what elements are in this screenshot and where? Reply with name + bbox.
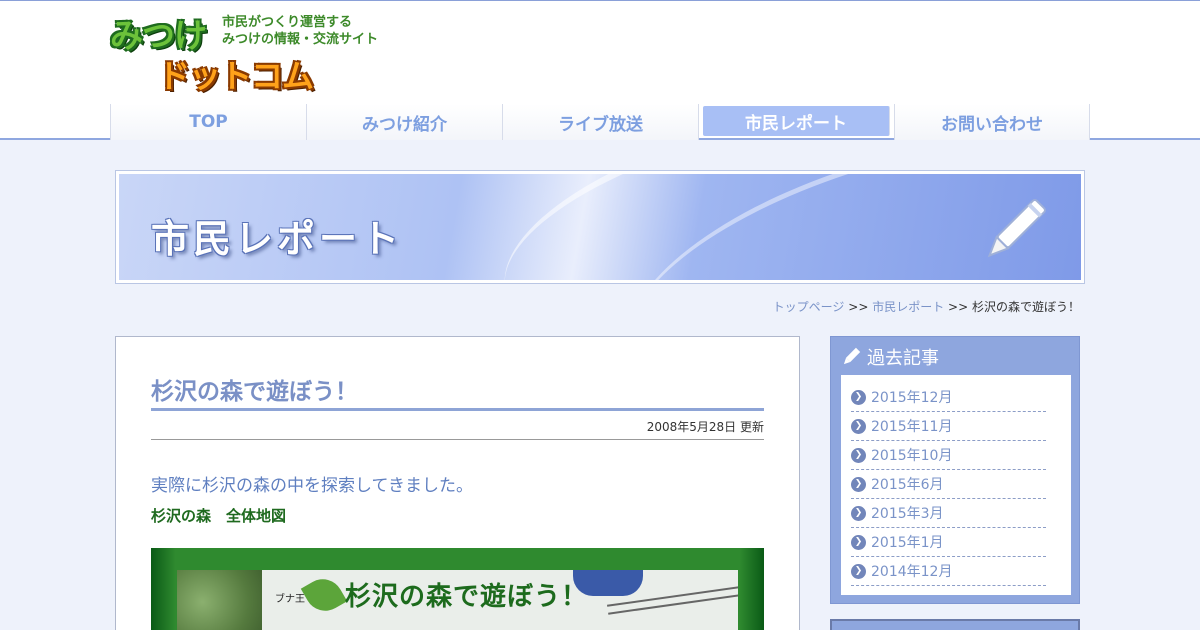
archive-item[interactable]: ❯ 2015年10月 [851, 441, 1046, 470]
section-banner: 市民レポート [115, 170, 1085, 284]
archive-item-label: 2015年1月 [871, 535, 944, 551]
chevron-right-icon: ❯ [851, 476, 866, 492]
chevron-right-icon: ❯ [851, 418, 866, 434]
archive-item-label: 2015年3月 [871, 506, 944, 522]
archive-item[interactable]: ❯ 2014年12月 [851, 557, 1046, 586]
map-stars-icon [573, 570, 643, 596]
site-header: みつけ ドットコム 市民がつくり運営する みつけの情報・交流サイト TOP みつ… [0, 0, 1200, 140]
archive-item-label: 2014年12月 [871, 564, 953, 580]
map-label: ブナ王 [275, 594, 305, 605]
archive-item-label: 2015年11月 [871, 419, 953, 435]
tagline-line-1: 市民がつくり運営する [222, 15, 353, 30]
title-divider [151, 408, 764, 411]
archive-item-label: 2015年12月 [871, 390, 953, 406]
banner-background: 市民レポート [119, 174, 1081, 280]
archive-item-label: 2015年6月 [871, 477, 944, 493]
chevron-right-icon: ❯ [851, 534, 866, 550]
map-image-content: ブナ王 杉沢の森で遊ぼう！ [177, 570, 738, 630]
breadcrumb-current: 杉沢の森で遊ぼう！ [971, 300, 1080, 314]
breadcrumb-section-link[interactable]: 市民レポート [872, 300, 944, 314]
archive-list: ❯ 2015年12月 ❯ 2015年11月 ❯ 2015年10月 ❯ 2015年6月 ❯… [841, 375, 1071, 595]
archive-item[interactable]: ❯ 2015年6月 [851, 470, 1046, 499]
tagline-line-2: みつけの情報・交流サイト [222, 32, 379, 47]
article-title: 杉沢の森で遊ぼう！ [151, 379, 358, 405]
article-panel: 杉沢の森で遊ぼう！ 2008年5月28日 更新 実際に杉沢の森の中を探索してきま… [115, 336, 800, 630]
nav-contact[interactable]: お問い合わせ [894, 104, 1090, 140]
pencil-icon [987, 199, 1046, 258]
forest-map-image[interactable]: ブナ王 杉沢の森で遊ぼう！ [151, 548, 764, 630]
logo-dotcom[interactable]: ドットコム [158, 51, 314, 97]
archive-item[interactable]: ❯ 2015年11月 [851, 412, 1046, 441]
chevron-right-icon: ❯ [851, 563, 866, 579]
logo-mitsuke[interactable]: みつけ [110, 9, 207, 57]
article-date: 2008年5月28日 更新 [646, 420, 764, 434]
map-title: 杉沢の森で遊ぼう！ [345, 582, 589, 612]
breadcrumb-separator: >> [948, 300, 969, 314]
archive-heading-text: 過去記事 [867, 348, 939, 369]
site-tagline: 市民がつくり運営する みつけの情報・交流サイト [222, 14, 378, 48]
breadcrumb-home-link[interactable]: トップページ [773, 300, 845, 314]
archive-heading: 過去記事 [841, 345, 939, 369]
banner-title: 市民レポート [151, 217, 404, 261]
breadcrumb: トップページ >> 市民レポート >> 杉沢の森で遊ぼう！ [773, 298, 1080, 315]
archive-item[interactable]: ❯ 2015年3月 [851, 499, 1046, 528]
archive-sidebar: 過去記事 ❯ 2015年12月 ❯ 2015年11月 ❯ 2015年10月 ❯ 2015… [830, 336, 1080, 604]
date-divider [151, 439, 764, 440]
nav-item-wrapper: 市民レポート [698, 104, 894, 140]
breadcrumb-separator: >> [848, 300, 869, 314]
map-tree-photo [177, 570, 262, 630]
chevron-right-icon: ❯ [851, 389, 866, 405]
main-nav: TOP みつけ紹介 ライブ放送 市民レポート お問い合わせ [110, 104, 1090, 140]
chevron-right-icon: ❯ [851, 505, 866, 521]
sidebar-next-panel [830, 619, 1080, 630]
archive-item-label: 2015年10月 [871, 448, 953, 464]
nav-mitsuke-intro[interactable]: みつけ紹介 [306, 104, 502, 140]
nav-top[interactable]: TOP [110, 104, 306, 140]
nav-live[interactable]: ライブ放送 [502, 104, 698, 140]
archive-item[interactable]: ❯ 2015年12月 [851, 383, 1046, 412]
pencil-icon [843, 347, 861, 365]
nav-citizen-report[interactable]: 市民レポート [703, 106, 890, 136]
leaf-icon [300, 571, 348, 619]
archive-item[interactable]: ❯ 2015年1月 [851, 528, 1046, 557]
article-subheading: 杉沢の森 全体地図 [151, 507, 287, 525]
chevron-right-icon: ❯ [851, 447, 866, 463]
article-lead: 実際に杉沢の森の中を探索してきました。 [151, 476, 473, 496]
